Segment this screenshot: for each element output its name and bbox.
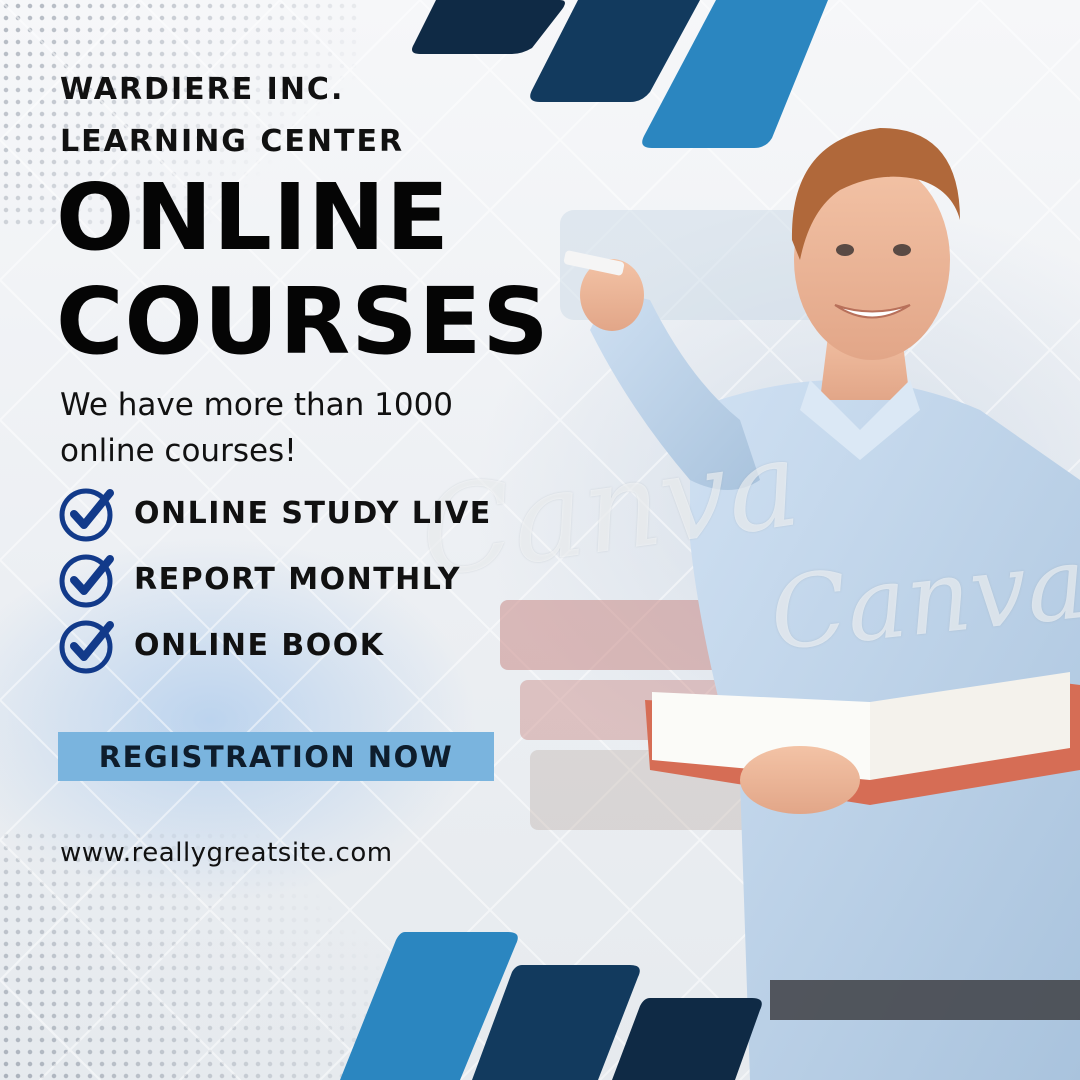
feature-label: REPORT MONTHLY	[134, 561, 461, 597]
feature-label: ONLINE BOOK	[134, 627, 385, 663]
headline-line-2: COURSES	[56, 268, 550, 375]
brand-line-1: WARDIERE INC.	[60, 72, 345, 107]
check-circle-icon	[59, 620, 114, 674]
registration-button[interactable]: REGISTRATION NOW	[58, 732, 494, 781]
check-circle-icon	[59, 488, 114, 542]
tagline: We have more than 1000 online courses!	[60, 382, 453, 474]
website-link[interactable]: www.reallygreatsite.com	[60, 838, 393, 868]
tagline-line-1: We have more than 1000	[60, 387, 454, 423]
feature-item: REPORT MONTHLY	[58, 546, 492, 612]
feature-item: ONLINE STUDY LIVE	[58, 480, 492, 546]
headline: ONLINE COURSES	[56, 166, 550, 374]
poster: Canva Canva WARDIERE INC. LEARNING CENTE…	[0, 0, 1080, 1080]
check-circle-icon	[59, 554, 114, 608]
feature-list: ONLINE STUDY LIVE REPORT MONTHLY ONLINE …	[58, 480, 492, 678]
tagline-line-2: online courses!	[60, 433, 297, 469]
feature-label: ONLINE STUDY LIVE	[134, 495, 492, 531]
feature-item: ONLINE BOOK	[58, 612, 492, 678]
stripe-bottom-3	[612, 998, 762, 1080]
headline-line-1: ONLINE	[56, 164, 450, 271]
brand-line-2: LEARNING CENTER	[60, 124, 405, 159]
stripe-top-1	[412, 0, 565, 54]
brand-name: WARDIERE INC. LEARNING CENTER	[60, 64, 404, 168]
